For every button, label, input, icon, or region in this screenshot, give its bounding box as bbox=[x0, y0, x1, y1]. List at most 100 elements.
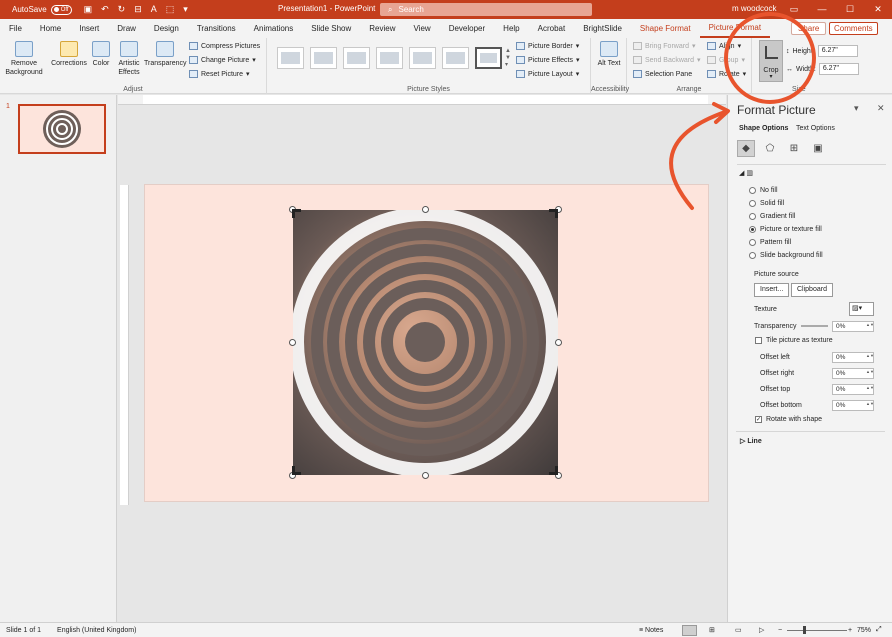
radio-gradient-fill[interactable]: Gradient fill bbox=[749, 213, 795, 220]
radio-no-fill[interactable]: No fill bbox=[749, 187, 778, 194]
group-button[interactable]: Group ▾ bbox=[707, 56, 745, 64]
zoom-out-icon[interactable]: − bbox=[778, 627, 782, 634]
tab-review[interactable]: Review bbox=[360, 19, 404, 38]
clipboard-button[interactable]: Clipboard bbox=[791, 283, 833, 297]
start-icon[interactable]: ⊟ bbox=[134, 4, 142, 15]
rotate-with-shape-checkbox[interactable]: ✓ Rotate with shape bbox=[755, 416, 822, 423]
transparency-slider[interactable] bbox=[801, 325, 828, 327]
crop-handle-bl[interactable] bbox=[292, 466, 301, 475]
style-thumb-7[interactable] bbox=[475, 47, 502, 69]
texture-picker[interactable]: ▨▾ bbox=[849, 302, 874, 316]
transparency-button[interactable]: Transparency bbox=[144, 41, 187, 68]
offset-left-input[interactable]: 0% bbox=[832, 352, 874, 363]
shapes-icon[interactable]: ⬚ bbox=[166, 4, 175, 15]
user-name[interactable]: m woodcock bbox=[732, 4, 776, 13]
offset-right-input[interactable]: 0% bbox=[832, 368, 874, 379]
ribbon-display-icon[interactable]: ▭ bbox=[780, 0, 808, 19]
tab-insert[interactable]: Insert bbox=[70, 19, 108, 38]
tab-home[interactable]: Home bbox=[31, 19, 70, 38]
resize-handle-t[interactable] bbox=[422, 206, 429, 213]
pane-close-icon[interactable]: ✕ bbox=[877, 103, 885, 114]
selection-pane-button[interactable]: Selection Pane bbox=[633, 70, 692, 78]
slide-thumbnail[interactable] bbox=[18, 104, 106, 154]
tile-checkbox[interactable]: Tile picture as texture bbox=[755, 337, 833, 344]
close-icon[interactable]: ✕ bbox=[864, 0, 892, 19]
radio-slide-bg-fill[interactable]: Slide background fill bbox=[749, 252, 823, 259]
line-section[interactable]: ▷ Line bbox=[740, 437, 762, 445]
insert-button[interactable]: Insert... bbox=[754, 283, 790, 297]
tab-acrobat[interactable]: Acrobat bbox=[529, 19, 575, 38]
autosave-toggle[interactable]: Off bbox=[50, 4, 72, 15]
fill-section-toggle-icon[interactable]: ◢ ▥ bbox=[739, 169, 753, 177]
pane-options-icon[interactable]: ▾ bbox=[854, 103, 859, 114]
remove-background-button[interactable]: Remove Background bbox=[3, 41, 45, 77]
picture-icon[interactable]: ▣ bbox=[809, 140, 827, 157]
notes-button[interactable]: ≡ Notes bbox=[639, 627, 663, 634]
fit-to-window-icon[interactable]: ⤢ bbox=[876, 626, 882, 634]
zoom-slider[interactable] bbox=[787, 630, 847, 631]
zoom-thumb[interactable] bbox=[803, 626, 806, 634]
tab-text-options[interactable]: Text Options bbox=[796, 125, 835, 132]
tab-shape-format[interactable]: Shape Format bbox=[631, 19, 700, 38]
tab-file[interactable]: File bbox=[0, 19, 31, 38]
resize-handle-l[interactable] bbox=[289, 339, 296, 346]
crop-handle-tl[interactable] bbox=[292, 209, 301, 218]
tab-animations[interactable]: Animations bbox=[245, 19, 303, 38]
save-icon[interactable]: ▣ bbox=[84, 4, 93, 15]
crop-button[interactable]: Crop ▾ bbox=[759, 40, 783, 82]
selected-picture[interactable] bbox=[293, 210, 558, 475]
normal-view-icon[interactable] bbox=[682, 624, 697, 636]
send-backward-button[interactable]: Send Backward ▾ bbox=[633, 56, 701, 64]
alt-text-button[interactable]: Alt Text bbox=[596, 41, 622, 68]
minimize-icon[interactable]: — bbox=[808, 0, 836, 19]
undo-icon[interactable]: ↶ bbox=[101, 4, 109, 15]
maximize-icon[interactable]: ☐ bbox=[836, 0, 864, 19]
effects-icon[interactable]: ⬠ bbox=[761, 140, 779, 157]
size-properties-icon[interactable]: ⊞ bbox=[785, 140, 803, 157]
redo-icon[interactable]: ↻ bbox=[118, 4, 126, 15]
artistic-effects-button[interactable]: Artistic Effects bbox=[114, 41, 144, 77]
search-box[interactable]: ⌕ Search bbox=[380, 3, 592, 16]
style-thumb-4[interactable] bbox=[376, 47, 403, 69]
transparency-input[interactable]: 0% bbox=[832, 321, 874, 332]
corrections-button[interactable]: Corrections bbox=[50, 41, 88, 68]
width-input[interactable]: 6.27" bbox=[818, 63, 859, 75]
radio-solid-fill[interactable]: Solid fill bbox=[749, 200, 784, 207]
radio-pattern-fill[interactable]: Pattern fill bbox=[749, 239, 791, 246]
compress-pictures-button[interactable]: Compress Pictures bbox=[189, 42, 260, 50]
slide-sorter-icon[interactable]: ⊞ bbox=[709, 626, 715, 634]
style-thumb-1[interactable] bbox=[277, 47, 304, 69]
language-status[interactable]: English (United Kingdom) bbox=[57, 627, 136, 634]
offset-top-input[interactable]: 0% bbox=[832, 384, 874, 395]
slideshow-icon[interactable]: ▷ bbox=[759, 626, 764, 634]
change-picture-button[interactable]: Change Picture ▾ bbox=[189, 56, 256, 64]
bring-forward-button[interactable]: Bring Forward ▾ bbox=[633, 42, 695, 50]
tab-view[interactable]: View bbox=[405, 19, 440, 38]
tab-brightslide[interactable]: BrightSlide bbox=[574, 19, 631, 38]
picture-layout-button[interactable]: Picture Layout ▾ bbox=[516, 70, 579, 78]
tab-slide-show[interactable]: Slide Show bbox=[302, 19, 360, 38]
style-thumb-5[interactable] bbox=[409, 47, 436, 69]
fill-line-icon[interactable]: ◆ bbox=[737, 140, 755, 157]
align-button[interactable]: Align ▾ bbox=[707, 42, 741, 50]
customize-qat-icon[interactable]: ▾ bbox=[183, 4, 188, 15]
picture-effects-button[interactable]: Picture Effects ▾ bbox=[516, 56, 580, 64]
tab-draw[interactable]: Draw bbox=[108, 19, 145, 38]
style-thumb-3[interactable] bbox=[343, 47, 370, 69]
tab-shape-options[interactable]: Shape Options bbox=[739, 125, 788, 132]
reading-view-icon[interactable]: ▭ bbox=[735, 626, 742, 634]
share-button[interactable]: Share bbox=[791, 22, 827, 35]
radio-picture-fill[interactable]: Picture or texture fill bbox=[749, 226, 822, 233]
color-button[interactable]: Color bbox=[90, 41, 112, 68]
style-thumb-6[interactable] bbox=[442, 47, 469, 69]
style-thumb-2[interactable] bbox=[310, 47, 337, 69]
gallery-scroll-icon[interactable]: ▲ ▼ ▾ bbox=[505, 48, 511, 69]
crop-handle-tr[interactable] bbox=[549, 209, 558, 218]
zoom-level[interactable]: 75% bbox=[857, 627, 871, 634]
tab-design[interactable]: Design bbox=[145, 19, 188, 38]
resize-handle-r[interactable] bbox=[555, 339, 562, 346]
reset-picture-button[interactable]: Reset Picture ▾ bbox=[189, 70, 250, 78]
tab-transitions[interactable]: Transitions bbox=[188, 19, 245, 38]
zoom-in-icon[interactable]: + bbox=[848, 627, 852, 634]
tab-developer[interactable]: Developer bbox=[440, 19, 494, 38]
